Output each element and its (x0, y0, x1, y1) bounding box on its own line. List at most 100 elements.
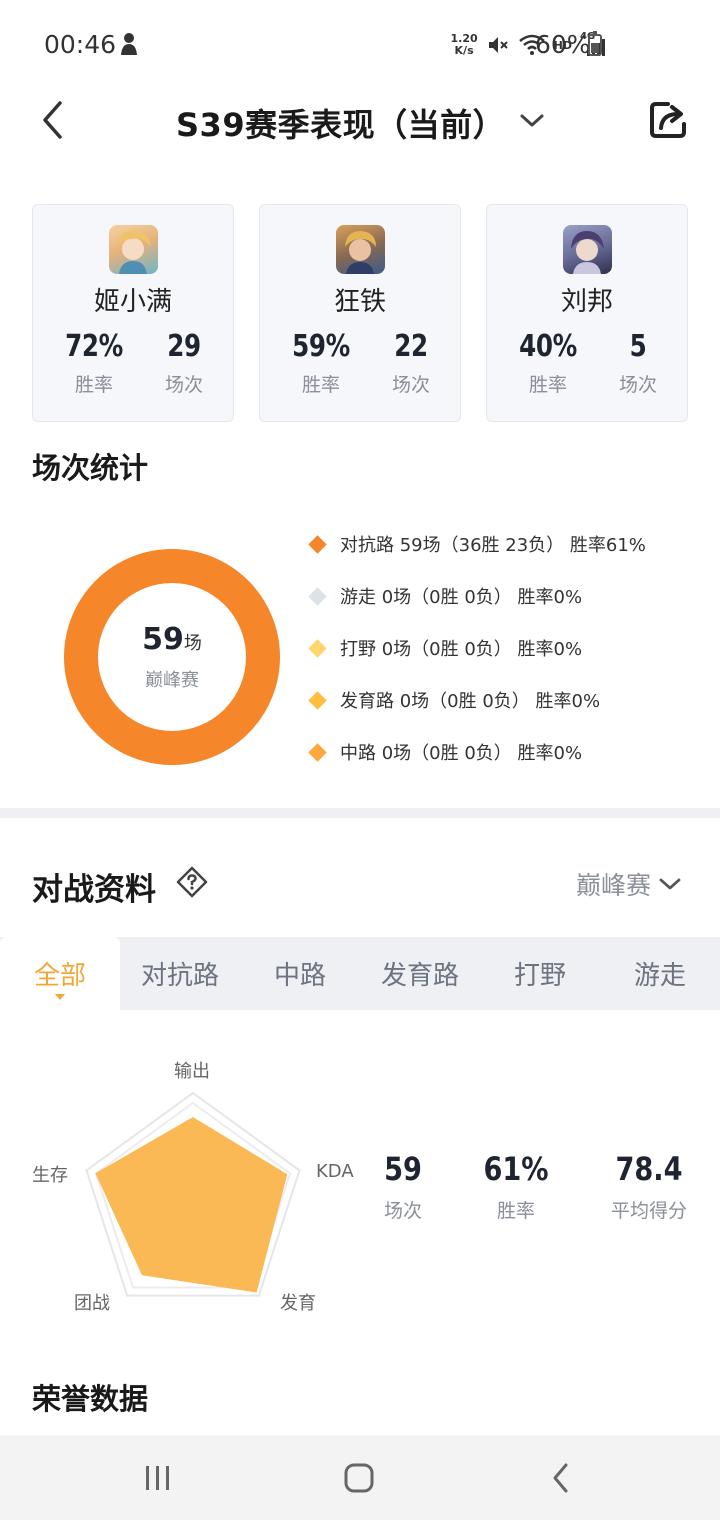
radar-label-teamfight: 团战 (74, 1293, 110, 1314)
hero-portrait-icon (345, 231, 376, 274)
battle-title: 对战资料 (32, 872, 156, 908)
battle-stat-winrate: 61% 胜率 (476, 1150, 556, 1223)
battle-stat-label: 场次 (383, 1200, 422, 1222)
legend-text: 发育路 0场（0胜 0负） 胜率0% (340, 691, 601, 712)
hero-games-label: 场次 (618, 374, 657, 396)
legend-item: 对抗路 59场（36胜 23负） 胜率61% (308, 529, 646, 559)
battery-percent: 60% (535, 30, 591, 59)
hero-games: 22 场次 (366, 329, 456, 397)
tab-label: 全部 (33, 961, 86, 991)
page: 00:46 1.20 K/s HD 4G 60% S39赛季表现（当前） 姬小满… (0, 0, 720, 1520)
active-tab-caret-icon (55, 994, 65, 1000)
hero-portrait-icon (571, 231, 604, 274)
legend-item: 中路 0场（0胜 0负） 胜率0% (308, 737, 582, 767)
tab-bot-lane[interactable]: 发育路 (360, 937, 480, 1010)
legend-text: 中路 0场（0胜 0负） 胜率0% (340, 743, 583, 764)
header: S39赛季表现（当前） (0, 90, 720, 150)
hero-winrate-value: 72% (65, 329, 123, 364)
legend-marker (308, 690, 327, 710)
battle-stat-value: 78.4 (615, 1150, 683, 1188)
legend-marker (308, 638, 327, 658)
hero-avatar (336, 225, 385, 274)
page-title: S39赛季表现（当前） (176, 106, 506, 144)
hero-name: 刘邦 (560, 287, 613, 317)
legend-text: 打野 0场（0胜 0负） 胜率0% (340, 639, 583, 660)
radar-label-growth: 发育 (280, 1293, 316, 1314)
hero-winrate-label: 胜率 (528, 374, 567, 396)
legend-item: 打野 0场（0胜 0负） 胜率0% (308, 633, 582, 663)
back-button[interactable] (32, 98, 72, 142)
help-icon[interactable] (176, 866, 208, 898)
hero-portrait-icon (117, 230, 151, 274)
battle-stat-label: 胜率 (496, 1200, 535, 1222)
hero-card[interactable]: 狂铁 59% 胜率 22 场次 (259, 204, 461, 422)
hero-name: 姬小满 (93, 287, 172, 317)
home-icon (344, 1463, 374, 1493)
hero-card[interactable]: 刘邦 40% 胜率 5 场次 (486, 204, 688, 422)
hero-name: 狂铁 (333, 287, 386, 317)
season-dropdown-icon[interactable] (516, 106, 548, 134)
share-icon[interactable] (646, 98, 690, 142)
donut-unit: 场 (183, 633, 202, 654)
home-button[interactable] (329, 1455, 389, 1501)
recent-apps-button[interactable] (128, 1455, 188, 1501)
battle-stat-label: 平均得分 (610, 1200, 687, 1222)
legend-item: 游走 0场（0胜 0负） 胜率0% (308, 581, 582, 611)
legend-text: 对抗路 59场（36胜 23负） 胜率61% (340, 535, 646, 556)
hero-winrate-label: 胜率 (301, 374, 340, 396)
status-bar: 00:46 1.20 K/s HD 4G 60% (0, 0, 720, 90)
legend-item: 发育路 0场（0胜 0负） 胜率0% (308, 685, 600, 715)
hero-winrate-value: 59% (292, 329, 350, 364)
legend-marker (308, 742, 327, 762)
tab-mid-lane[interactable]: 中路 (240, 937, 360, 1010)
nav-back-button[interactable] (531, 1455, 591, 1501)
person-icon (121, 33, 137, 55)
hero-card[interactable]: 姬小满 72% 胜率 29 场次 (32, 204, 234, 422)
hero-games-label: 场次 (164, 374, 203, 396)
tab-label: 打野 (513, 961, 566, 991)
battle-stat-value: 59 (384, 1150, 422, 1188)
hero-winrate-label: 胜率 (74, 374, 113, 396)
radar-label-damage: 输出 (174, 1061, 210, 1082)
hero-games-value: 22 (394, 329, 428, 364)
status-time: 00:46 (44, 30, 117, 59)
hero-games: 29 场次 (139, 329, 229, 397)
tab-all[interactable]: 全部 (0, 937, 120, 1010)
donut-total: 59 (142, 622, 184, 657)
hero-winrate: 59% 胜率 (276, 329, 366, 397)
section-divider (0, 808, 720, 818)
net-speed-unit: K/s (454, 44, 474, 57)
back-arrow-icon (553, 1463, 568, 1493)
hero-games-value: 5 (629, 329, 647, 364)
mode-select[interactable]: 巅峰赛 (576, 866, 681, 902)
hero-avatar (563, 225, 612, 274)
battle-stat-avg-score: 78.4 平均得分 (604, 1150, 694, 1223)
radar-label-kda: KDA (316, 1161, 354, 1182)
battery-icon (588, 31, 602, 56)
recent-apps-icon (146, 1466, 169, 1490)
tab-label: 发育路 (380, 961, 459, 991)
legend-marker (308, 534, 327, 554)
hero-winrate: 40% 胜率 (503, 329, 593, 397)
hero-games: 5 场次 (593, 329, 683, 397)
legend-marker (308, 586, 327, 606)
chevron-left-icon (43, 101, 62, 139)
tab-label: 游走 (633, 961, 686, 991)
chevron-down-icon (659, 878, 681, 890)
system-nav-bar (0, 1435, 720, 1520)
hero-games-label: 场次 (391, 374, 430, 396)
tab-jungle[interactable]: 打野 (480, 937, 600, 1010)
lane-tabs: 全部 对抗路 中路 发育路 打野 游走 (0, 937, 720, 1010)
net-speed: 1.20 K/s (451, 33, 478, 57)
match-stats-title: 场次统计 (32, 451, 149, 485)
hero-avatar (109, 225, 158, 274)
legend-text: 游走 0场（0胜 0负） 胜率0% (340, 587, 583, 608)
hero-winrate: 72% 胜率 (49, 329, 139, 397)
ability-radar-chart (85, 1091, 301, 1297)
radar-label-survival: 生存 (32, 1165, 68, 1186)
hero-games-value: 29 (167, 329, 201, 364)
donut-ring (64, 549, 280, 765)
battle-stat-games: 59 场次 (372, 1150, 434, 1223)
tab-top-lane[interactable]: 对抗路 (120, 937, 240, 1010)
tab-roam[interactable]: 游走 (600, 937, 720, 1010)
